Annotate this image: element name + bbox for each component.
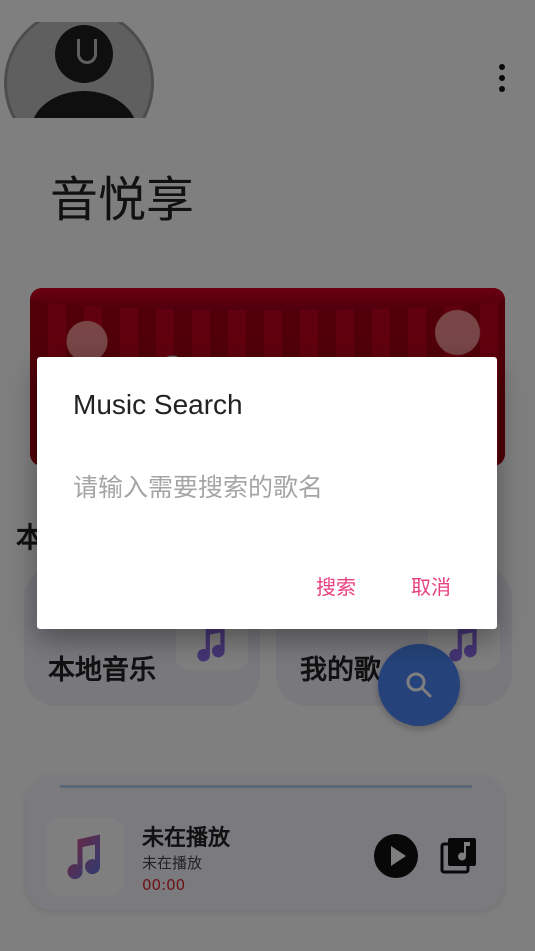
music-search-dialog: Music Search 搜索 取消 — [37, 357, 497, 629]
song-search-input[interactable] — [73, 467, 463, 507]
search-button[interactable]: 搜索 — [316, 571, 356, 600]
cancel-button[interactable]: 取消 — [411, 571, 451, 600]
dialog-title: Music Search — [73, 389, 243, 420]
